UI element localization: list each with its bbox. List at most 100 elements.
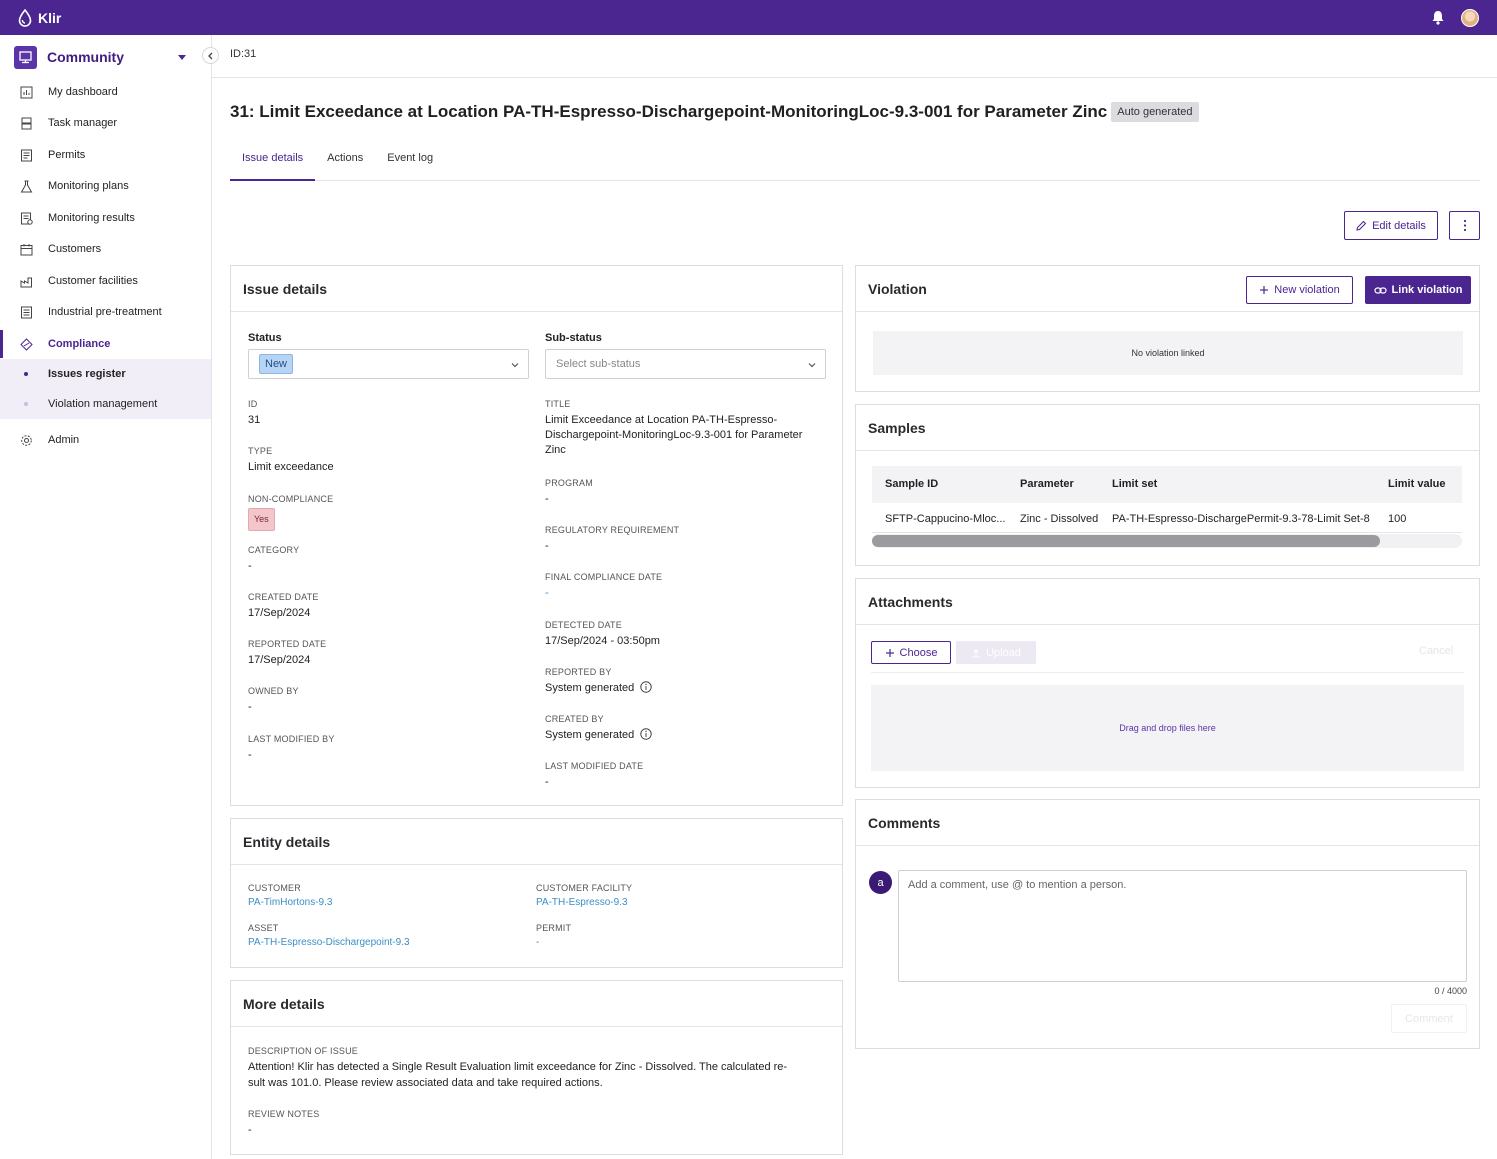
- field-label: CREATED BY: [545, 714, 604, 724]
- field-value: -: [545, 776, 549, 788]
- customer-link[interactable]: PA-TimHortons-9.3: [248, 895, 332, 910]
- sidebar-item-label: Industrial pre-treatment: [48, 306, 162, 318]
- list-icon: [21, 306, 32, 318]
- info-icon[interactable]: [640, 728, 652, 740]
- field-label: DETECTED DATE: [545, 620, 622, 630]
- commenter-avatar: a: [869, 871, 892, 894]
- card-heading: More details: [231, 981, 842, 1027]
- field-label: PERMIT: [536, 923, 572, 933]
- sidebar-item-monitoring-results[interactable]: Monitoring results: [0, 204, 211, 232]
- field-value: 17/Sep/2024: [248, 654, 311, 666]
- sidebar-item-industrial-pre-treatment[interactable]: Industrial pre-treatment: [0, 298, 211, 326]
- kebab-menu-icon: [1463, 219, 1466, 232]
- field-reported-date: REPORTED DATE 17/Sep/2024: [248, 639, 326, 668]
- calendar-icon: [20, 243, 33, 255]
- bullet-icon: [24, 402, 28, 406]
- sidebar-subitem-label: Violation management: [48, 398, 158, 410]
- field-id: ID 31: [248, 399, 260, 428]
- community-switcher[interactable]: Community: [14, 45, 186, 69]
- card-heading: Attachments: [856, 579, 1479, 625]
- column-header[interactable]: Limit set: [1112, 478, 1157, 490]
- auto-generated-badge: Auto generated: [1111, 102, 1199, 122]
- status-chip: New: [259, 354, 294, 374]
- samples-table-header: [872, 466, 1462, 503]
- new-violation-button[interactable]: New violation: [1246, 276, 1353, 304]
- attachments-card: Attachments Choose Upload Cancel Drag an…: [855, 578, 1480, 788]
- choose-file-button[interactable]: Choose: [871, 641, 951, 664]
- field-value: -: [248, 749, 252, 761]
- field-created-date: CREATED DATE 17/Sep/2024: [248, 592, 319, 621]
- sidebar-item-monitoring-plans[interactable]: Monitoring plans: [0, 172, 211, 200]
- substatus-select[interactable]: Select sub-status: [545, 349, 826, 379]
- bell-icon[interactable]: [1431, 10, 1445, 25]
- field-label: TYPE: [248, 446, 273, 456]
- plus-icon: [1260, 286, 1269, 294]
- table-cell: SFTP-Cappucino-Mloc...: [885, 513, 1006, 525]
- horizontal-scrollbar-thumb[interactable]: [872, 535, 1380, 547]
- plus-icon: [885, 648, 894, 657]
- field-value: 31: [248, 414, 261, 426]
- field-customer: CUSTOMER PA-TimHortons-9.3: [248, 883, 332, 910]
- field-value: Limit Exceedance at Location PA-TH-Espre…: [545, 414, 803, 456]
- drop-text: Drag and drop files here: [1119, 723, 1216, 733]
- field-value: -: [545, 540, 549, 552]
- tab-actions[interactable]: Actions: [315, 147, 375, 181]
- file-drop-zone[interactable]: Drag and drop files here: [871, 685, 1464, 771]
- upload-label: Upload: [986, 646, 1021, 659]
- tab-bar: Issue details Actions Event log: [230, 147, 1480, 181]
- sidebar-subitem-violation-management[interactable]: Violation management: [0, 389, 211, 419]
- sidebar-item-my-dashboard[interactable]: My dashboard: [0, 78, 211, 106]
- sidebar-item-customer-facilities[interactable]: Customer facilities: [0, 267, 211, 295]
- status-select[interactable]: New: [248, 349, 529, 379]
- entity-details-card: Entity details CUSTOMER PA-TimHortons-9.…: [230, 818, 843, 968]
- divider: [871, 672, 1464, 673]
- field-title: TITLE Limit Exceedance at Location PA-TH…: [545, 399, 825, 458]
- factory-icon: [20, 277, 32, 287]
- column-header[interactable]: Parameter: [1020, 478, 1074, 490]
- field-reported-by: REPORTED BY System generated: [545, 667, 652, 696]
- sidebar-item-customers[interactable]: Customers: [0, 235, 211, 263]
- field-value: -: [545, 587, 549, 599]
- cancel-upload-button[interactable]: Cancel: [1419, 645, 1453, 657]
- field-label: REPORTED BY: [545, 667, 612, 677]
- sidebar-item-task-manager[interactable]: Task manager: [0, 109, 211, 137]
- horizontal-scrollbar-track[interactable]: [872, 534, 1462, 548]
- link-violation-label: Link violation: [1391, 284, 1463, 296]
- top-bar: Klir: [0, 0, 1497, 35]
- tab-event-log[interactable]: Event log: [375, 147, 445, 181]
- tab-issue-details[interactable]: Issue details: [230, 147, 316, 181]
- user-avatar[interactable]: [1461, 8, 1479, 27]
- sidebar-item-permits[interactable]: Permits: [0, 141, 211, 169]
- field-label: LAST MODIFIED DATE: [545, 761, 644, 771]
- comment-submit-button[interactable]: Comment: [1391, 1004, 1467, 1033]
- asset-link[interactable]: PA-TH-Espresso-Dischargepoint-9.3: [248, 935, 410, 950]
- upload-button[interactable]: Upload: [956, 641, 1036, 664]
- link-violation-button[interactable]: Link violation: [1365, 276, 1471, 304]
- field-label: CREATED DATE: [248, 592, 319, 602]
- more-options-button[interactable]: [1449, 211, 1480, 240]
- info-icon[interactable]: [640, 681, 652, 693]
- field-label: ASSET: [248, 923, 279, 933]
- edit-details-button[interactable]: Edit details: [1344, 211, 1438, 240]
- sidebar-subitem-issues-register[interactable]: Issues register: [0, 359, 211, 389]
- customer-facility-link[interactable]: PA-TH-Espresso-9.3: [536, 895, 632, 910]
- field-label: CUSTOMER: [248, 883, 301, 893]
- chevron-down-icon: [178, 54, 186, 60]
- character-counter: 0 / 4000: [1434, 986, 1467, 996]
- community-label: Community: [47, 49, 124, 65]
- comment-input[interactable]: Add a comment, use @ to mention a person…: [898, 870, 1467, 982]
- sidebar-item-compliance[interactable]: Compliance: [0, 330, 211, 358]
- collapse-sidebar-button[interactable]: [202, 47, 219, 64]
- field-customer-facility: CUSTOMER FACILITY PA-TH-Espresso-9.3: [536, 883, 632, 910]
- document-icon: [21, 149, 32, 161]
- sidebar-item-admin[interactable]: Admin: [0, 426, 211, 454]
- more-details-card: More details DESCRIPTION OF ISSUE Attent…: [230, 980, 843, 1155]
- field-owned-by: OWNED BY -: [248, 686, 299, 715]
- record-id: ID:31: [230, 48, 257, 60]
- comment-placeholder: Add a comment, use @ to mention a person…: [908, 879, 1127, 891]
- sidebar-item-label: Task manager: [48, 117, 118, 129]
- field-regulatory-requirement: REGULATORY REQUIREMENT -: [545, 525, 679, 554]
- column-header[interactable]: Limit value: [1388, 478, 1445, 490]
- column-header[interactable]: Sample ID: [885, 478, 938, 490]
- brand[interactable]: Klir: [18, 8, 61, 27]
